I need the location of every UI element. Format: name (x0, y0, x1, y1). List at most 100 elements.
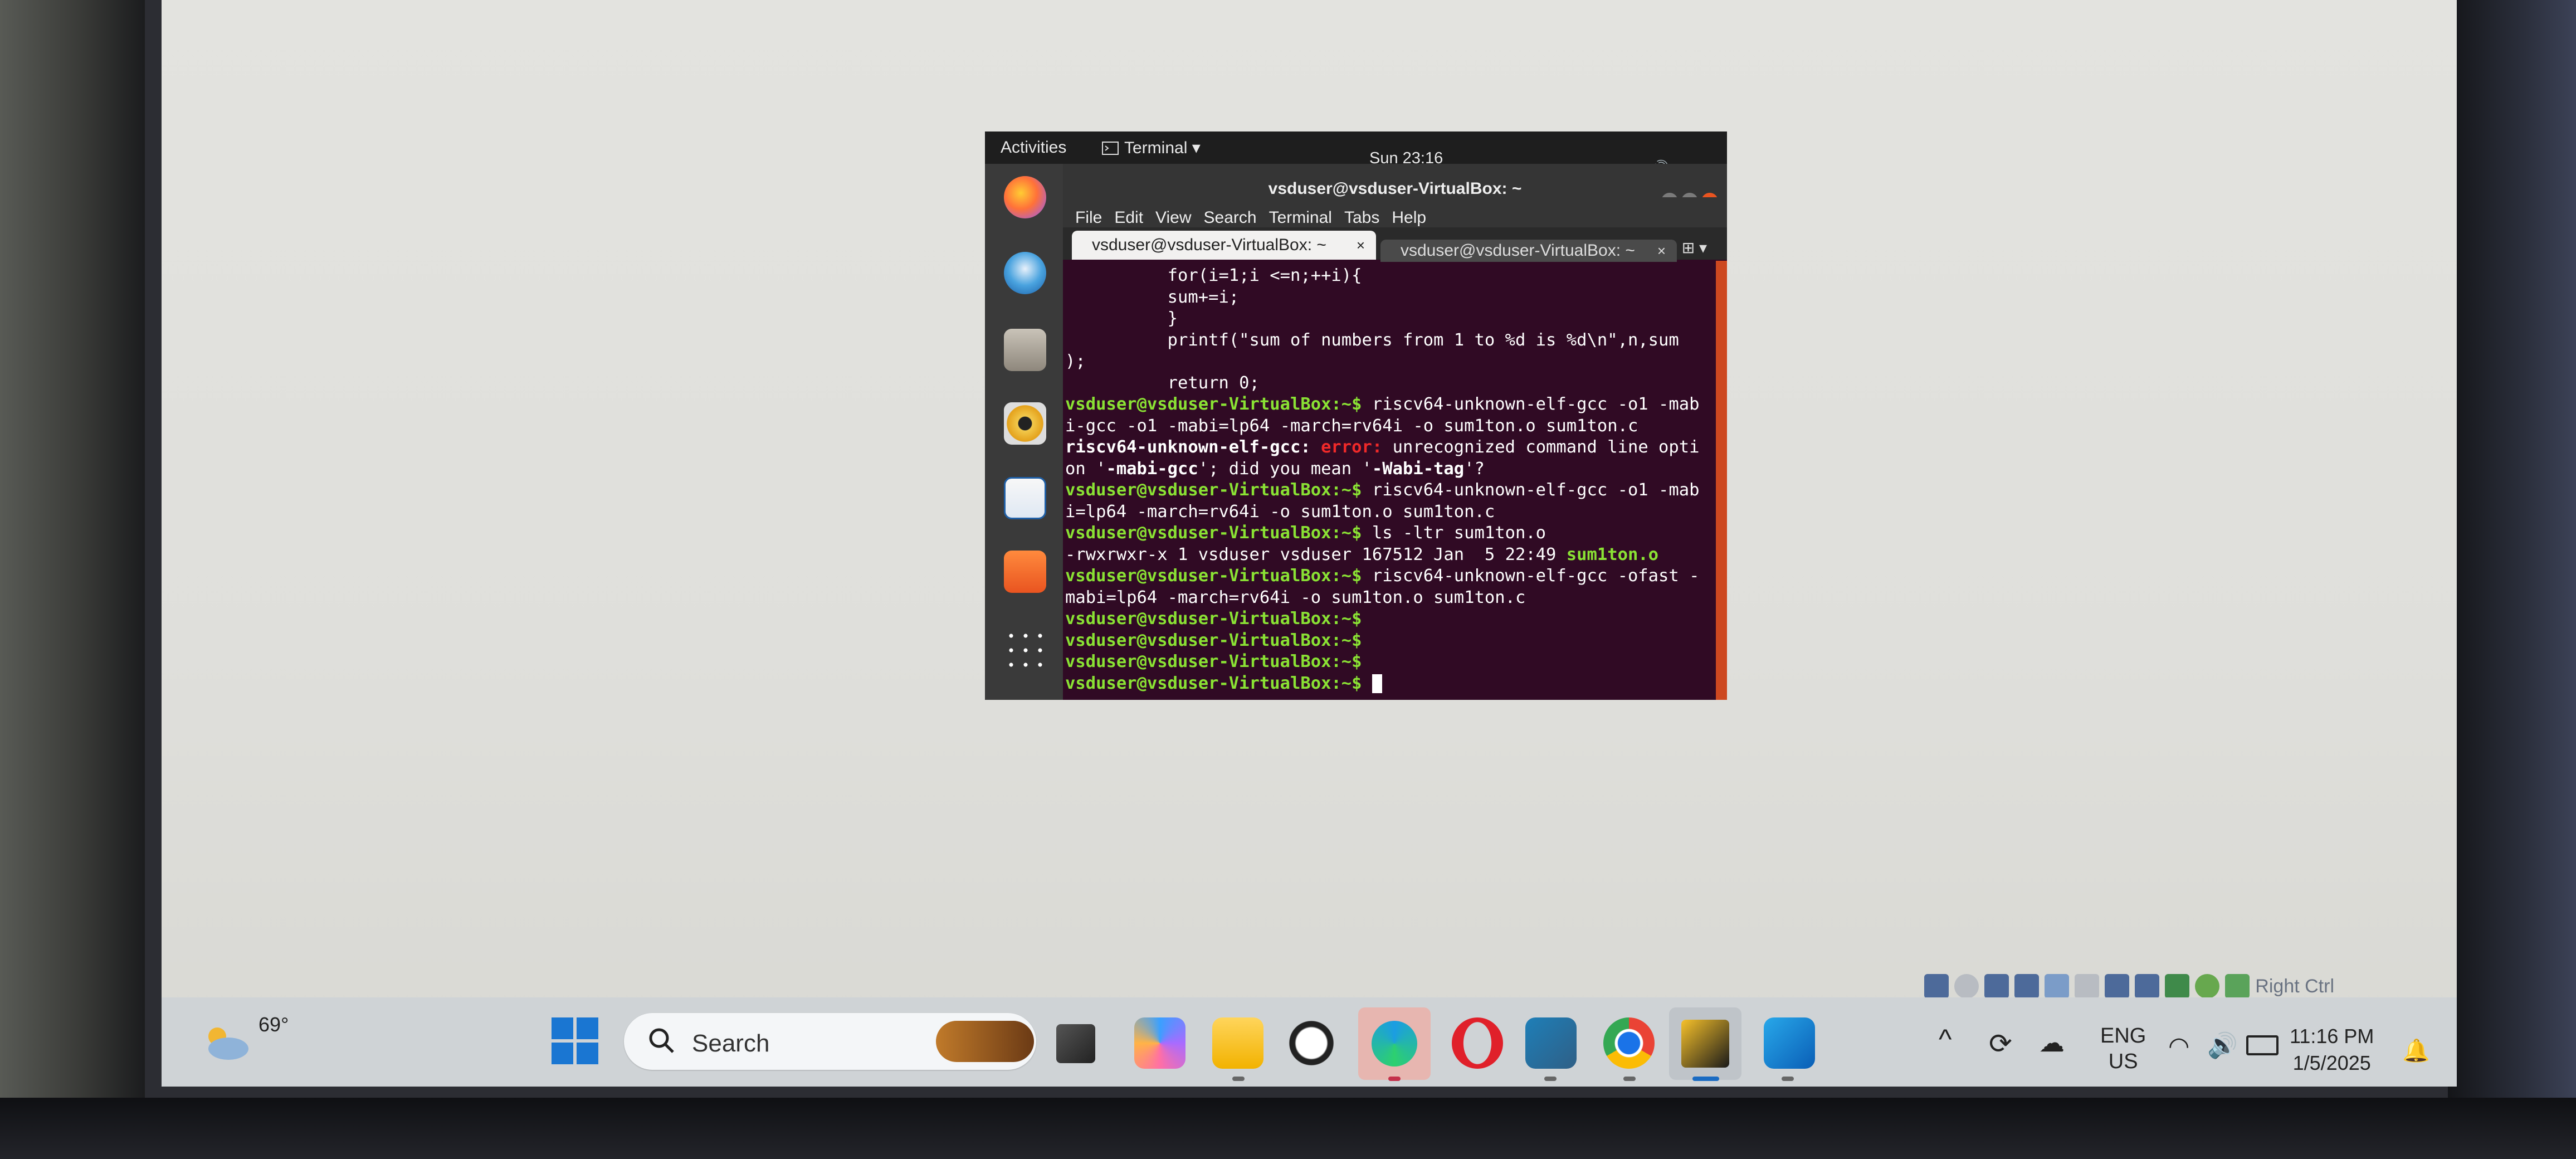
vm-status-icon[interactable] (2045, 974, 2070, 999)
outlook-icon[interactable] (1764, 1017, 1815, 1069)
search-label: Search (692, 1030, 770, 1057)
search-input[interactable]: Search (624, 1013, 1036, 1070)
code-line: return 0; (1065, 373, 1260, 393)
error-text: '; did you mean ' (1198, 459, 1372, 479)
command: riscv64-unknown-elf-gcc -o1 -mab (1362, 395, 1700, 414)
language-indicator[interactable]: ENG US (2100, 1023, 2146, 1074)
terminal-line: on '-mabi-gcc'; did you mean '-Wabi-tag'… (1065, 459, 1716, 480)
terminal-app-menu[interactable]: Terminal ▾ (1102, 138, 1201, 158)
terminal-line: mabi=lp64 -march=rv64i -o sum1ton.o sum1… (1065, 587, 1716, 609)
onedrive-icon[interactable]: ☁ (2039, 1027, 2065, 1058)
prompt: vsduser@vsduser-VirtualBox:~$ (1065, 395, 1362, 414)
monitor-bezel-right (2448, 0, 2576, 1159)
vs-code-icon[interactable] (1525, 1017, 1577, 1069)
app-grid-icon[interactable] (1004, 629, 1046, 671)
vm-status-icon[interactable] (2225, 974, 2250, 999)
vm-status-icon[interactable] (2165, 974, 2190, 999)
vm-status-icon[interactable] (2014, 974, 2040, 999)
vm-status-icon[interactable] (1954, 974, 1979, 999)
menu-terminal[interactable]: Terminal (1269, 208, 1332, 227)
vm-status-icon[interactable] (2105, 974, 2130, 999)
host-key-label: Right Ctrl (2255, 975, 2334, 997)
close-tab-icon[interactable]: × (1657, 240, 1666, 262)
copilot-icon[interactable] (1134, 1017, 1185, 1069)
firefox-icon[interactable] (1004, 176, 1046, 218)
error-option: -mabi-gcc (1106, 459, 1198, 479)
menu-tabs[interactable]: Tabs (1344, 208, 1379, 227)
menu-search[interactable]: Search (1204, 208, 1257, 227)
clock-time: 11:16 PM (2290, 1025, 2374, 1048)
edge-logo (1372, 1021, 1417, 1067)
files-icon[interactable] (1004, 329, 1046, 371)
activities-button[interactable]: Activities (1001, 138, 1066, 157)
close-tab-icon[interactable]: × (1357, 231, 1365, 260)
menu-file[interactable]: File (1075, 208, 1102, 227)
host-desktop: Activities Terminal ▾ Sun 23:16 ⛬ 🔊 ▮ ▾ (162, 0, 2457, 1087)
tab-label: vsduser@vsduser-VirtualBox: ~ (1092, 236, 1326, 254)
menu-edit[interactable]: Edit (1114, 208, 1143, 227)
writer-icon[interactable] (1004, 477, 1046, 519)
terminal-scrollbar[interactable] (1716, 261, 1727, 700)
terminal-window[interactable]: vsduser@vsduser-VirtualBox: ~ – □ × File… (1063, 164, 1727, 700)
rhythmbox-icon[interactable] (1004, 402, 1046, 445)
tab-2[interactable]: vsduser@vsduser-VirtualBox: ~ × (1380, 240, 1677, 262)
vm-status-icon[interactable] (2135, 974, 2160, 999)
vm-status-icon[interactable] (1984, 974, 2009, 999)
notification-bell-icon[interactable]: 🔔 (2402, 1038, 2430, 1064)
clock[interactable]: 11:16 PM 1/5/2025 (2290, 1023, 2374, 1077)
monitor-bezel-bottom (0, 1098, 2576, 1159)
command: i=lp64 -march=rv64i -o sum1ton.o sum1ton… (1065, 501, 1495, 522)
volume-icon[interactable]: 🔊 (2207, 1031, 2238, 1060)
terminal-line: vsduser@vsduser-VirtualBox:~$ (1065, 608, 1716, 630)
ubuntu-dock (985, 164, 1063, 700)
prompt: vsduser@vsduser-VirtualBox:~$ (1065, 652, 1362, 671)
lang-bottom: US (2108, 1050, 2138, 1073)
new-tab-icon[interactable]: ⊞ ▾ (1682, 238, 1707, 257)
vm-status-icon[interactable] (2195, 974, 2220, 999)
command: mabi=lp64 -march=rv64i -o sum1ton.o sum1… (1065, 587, 1526, 607)
chevron-up-icon[interactable]: ^ (1939, 1023, 1951, 1055)
running-indicator (1388, 1077, 1401, 1081)
virtualbox-logo (1681, 1020, 1729, 1068)
code-line: } (1065, 309, 1178, 328)
command: riscv64-unknown-elf-gcc -o1 -mab (1362, 480, 1700, 500)
wifi-icon[interactable]: ◠ (2168, 1032, 2189, 1060)
terminal-line: vsduser@vsduser-VirtualBox:~$ riscv64-un… (1065, 480, 1716, 501)
weather-temp: 69° (258, 1013, 289, 1036)
terminal-line: i=lp64 -march=rv64i -o sum1ton.o sum1ton… (1065, 501, 1716, 523)
menu-help[interactable]: Help (1392, 208, 1426, 227)
terminal-tab-bar: vsduser@vsduser-VirtualBox: ~ × vsduser@… (1063, 227, 1727, 262)
terminal-line: vsduser@vsduser-VirtualBox:~$ riscv64-un… (1065, 566, 1716, 587)
software-icon[interactable] (1004, 551, 1046, 593)
vm-status-icon[interactable] (1924, 974, 1949, 999)
task-view-icon[interactable] (1056, 1024, 1095, 1063)
terminal-line: riscv64-unknown-elf-gcc: error: unrecogn… (1065, 437, 1716, 459)
virtualbox-vm-display[interactable]: Activities Terminal ▾ Sun 23:16 ⛬ 🔊 ▮ ▾ (985, 132, 1727, 700)
cloud-sun-icon (208, 1027, 248, 1060)
command: riscv64-unknown-elf-gcc -ofast - (1362, 566, 1700, 586)
thunderbird-icon[interactable] (1004, 252, 1046, 294)
lang-top: ENG (2100, 1024, 2146, 1048)
terminal-output[interactable]: for(i=1;i <=n;++i){ sum+=i; } printf("su… (1063, 261, 1716, 700)
terminal-line: vsduser@vsduser-VirtualBox:~$ riscv64-un… (1065, 394, 1716, 416)
tab-1[interactable]: vsduser@vsduser-VirtualBox: ~ × (1072, 231, 1376, 260)
vm-status-icon[interactable] (2075, 974, 2100, 999)
error-text: unrecognized command line opti (1382, 437, 1700, 457)
search-highlight-image (936, 1021, 1034, 1062)
sync-icon[interactable]: ⟳ (1989, 1027, 2012, 1060)
code-line: for(i=1;i <=n;++i){ (1065, 266, 1362, 285)
start-icon[interactable] (552, 1017, 598, 1064)
running-indicator (1623, 1077, 1636, 1081)
virtualbox-status-bar: Right Ctrl (1924, 974, 2334, 999)
whatsapp-icon[interactable] (1286, 1017, 1337, 1069)
battery-icon[interactable] (2246, 1035, 2279, 1055)
weather-widget[interactable]: 69° (197, 1009, 289, 1070)
tab-label: vsduser@vsduser-VirtualBox: ~ (1401, 241, 1635, 260)
opera-icon[interactable] (1452, 1017, 1503, 1069)
gnome-top-bar: Activities Terminal ▾ Sun 23:16 ⛬ 🔊 ▮ ▾ (985, 132, 1727, 177)
file-explorer-icon[interactable] (1212, 1017, 1263, 1069)
code-line: sum+=i; (1065, 287, 1240, 307)
menu-view[interactable]: View (1155, 208, 1191, 227)
chrome-icon[interactable] (1603, 1017, 1655, 1069)
error-source: riscv64-unknown-elf-gcc: (1065, 437, 1311, 457)
